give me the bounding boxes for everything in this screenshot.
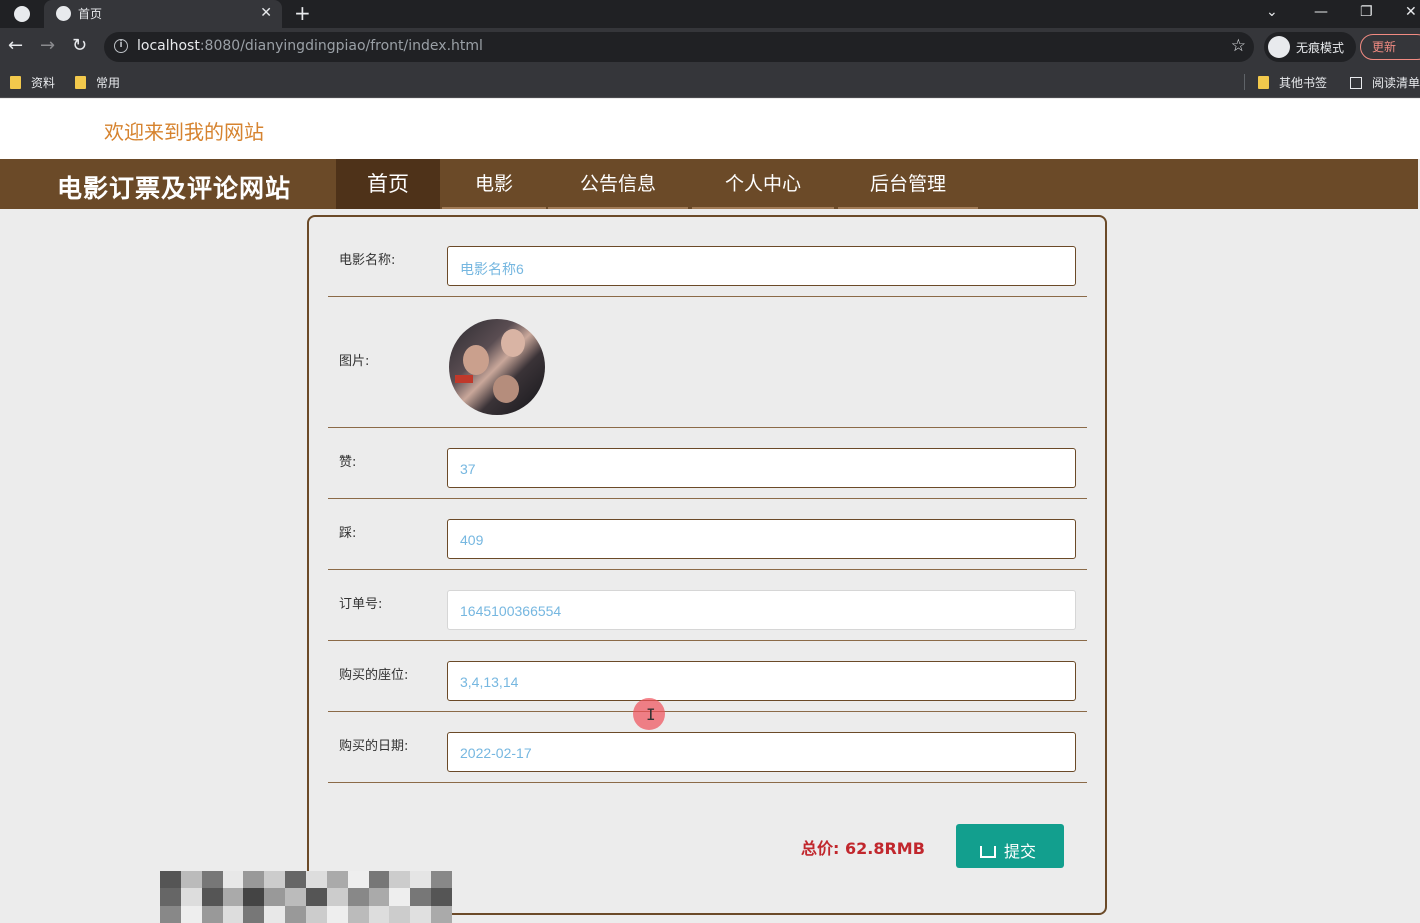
forward-icon[interactable]: → [40,36,55,56]
image-label: 图片: [339,354,370,369]
divider [328,782,1087,783]
welcome-text: 欢迎来到我的网站 [104,120,264,144]
other-bookmarks[interactable]: 其他书签 [1258,74,1327,91]
nav-announcements[interactable]: 公告信息 [548,159,688,209]
folder-icon [75,76,86,89]
likes-label: 赞: [339,455,357,470]
order-form: 电影名称: 电影名称6 图片: 赞: 37 踩: 409 订单号: 164510… [307,215,1107,915]
divider [328,498,1087,499]
redacted-watermark [160,871,452,923]
divider [328,569,1087,570]
globe-icon [56,6,71,21]
url-text[interactable]: localhost:8080/dianyingdingpiao/front/in… [137,38,483,54]
bookmarks-bar: 资料 常用 其他书签 阅读清单 [0,66,1420,98]
incognito-icon [1268,36,1290,58]
address-bar[interactable]: i localhost:8080/dianyingdingpiao/front/… [104,32,1254,62]
divider [328,640,1087,641]
likes-field[interactable]: 37 [447,448,1076,488]
submit-button[interactable]: 提交 [956,824,1064,868]
incognito-indicator[interactable]: 无痕模式 [1264,32,1356,62]
divider [328,711,1087,712]
date-label: 购买的日期: [339,739,409,754]
welcome-bar: 欢迎来到我的网站 [0,99,1420,159]
info-icon[interactable]: i [114,39,128,53]
date-field[interactable]: 2022-02-17 [447,732,1076,772]
nav-profile[interactable]: 个人中心 [692,159,834,209]
bookmark-separator [1244,74,1245,90]
site-title: 电影订票及评论网站 [57,174,292,203]
bookmark-folder[interactable]: 资料 [10,74,55,91]
browser-tab-bar: 首页 ✕ + ⌄ — ❐ ✕ [0,0,1420,28]
divider [328,427,1087,428]
folder-icon [1258,76,1269,89]
browser-tab[interactable]: 首页 ✕ [44,0,282,28]
browser-menu-icon[interactable] [14,6,30,22]
nav-home[interactable]: 首页 [336,159,440,209]
reading-list[interactable]: 阅读清单 [1350,74,1420,91]
dislikes-label: 踩: [339,526,357,541]
reload-icon[interactable]: ↻ [72,36,87,56]
folder-icon [10,76,21,89]
nav-admin[interactable]: 后台管理 [838,159,978,209]
browser-toolbar: ← → ↻ i localhost:8080/dianyingdingpiao/… [0,28,1420,66]
movie-name-field[interactable]: 电影名称6 [447,246,1076,286]
total-price: 总价: 62.8RMB [801,839,925,858]
nav-movies[interactable]: 电影 [442,159,546,209]
divider [328,296,1087,297]
order-number-label: 订单号: [339,597,383,612]
main-nav: 电影订票及评论网站 首页 电影 公告信息 个人中心 后台管理 [0,159,1418,209]
movie-poster-image [449,319,545,415]
seats-label: 购买的座位: [339,668,409,683]
order-number-field[interactable]: 1645100366554 [447,590,1076,630]
bookmark-star-icon[interactable]: ☆ [1231,36,1246,56]
cart-icon [980,846,996,858]
back-icon[interactable]: ← [8,36,23,56]
seats-field[interactable]: 3,4,13,14 [447,661,1076,701]
update-button[interactable]: 更新 [1360,34,1420,60]
incognito-label: 无痕模式 [1296,41,1345,55]
bookmark-folder[interactable]: 常用 [75,74,120,91]
close-tab-icon[interactable]: ✕ [260,4,272,22]
reading-list-icon [1350,77,1362,89]
minimize-icon[interactable]: — [1314,2,1328,22]
tab-title: 首页 [78,7,103,21]
restore-icon[interactable]: ❐ [1360,2,1373,22]
dislikes-field[interactable]: 409 [447,519,1076,559]
text-cursor-icon: I [646,705,656,724]
tab-search-icon[interactable]: ⌄ [1266,2,1278,22]
page: 欢迎来到我的网站 电影订票及评论网站 首页 电影 公告信息 个人中心 后台管理 … [0,99,1420,923]
movie-name-label: 电影名称: [339,253,396,268]
new-tab-button[interactable]: + [294,2,311,24]
close-window-icon[interactable]: ✕ [1405,2,1417,22]
